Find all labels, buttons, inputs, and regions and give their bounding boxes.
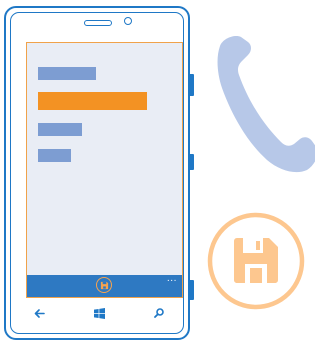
front-camera (124, 17, 132, 25)
start-button[interactable] (92, 306, 106, 320)
back-button[interactable] (32, 306, 46, 320)
windows-logo-icon (93, 307, 105, 319)
save-icon (100, 281, 108, 289)
illustration-canvas: ... (0, 0, 320, 348)
back-arrow-icon (34, 308, 45, 318)
save-floppy-icon (207, 212, 305, 310)
search-icon (154, 308, 164, 318)
app-bar: ... (27, 275, 182, 297)
list-item[interactable] (38, 67, 96, 80)
app-bar-more-button[interactable]: ... (167, 275, 177, 284)
power-button[interactable] (189, 154, 194, 170)
search-button[interactable] (152, 306, 166, 320)
speaker-grille (84, 20, 112, 26)
phone-screen: ... (26, 42, 183, 298)
list-item-selected[interactable] (38, 92, 147, 110)
list-item[interactable] (38, 123, 82, 136)
list-item[interactable] (38, 149, 71, 162)
phone-handset-icon (217, 36, 315, 173)
save-button[interactable] (96, 277, 112, 293)
volume-button[interactable] (189, 74, 194, 96)
camera-button[interactable] (189, 280, 194, 300)
phone-device: ... (4, 6, 194, 340)
